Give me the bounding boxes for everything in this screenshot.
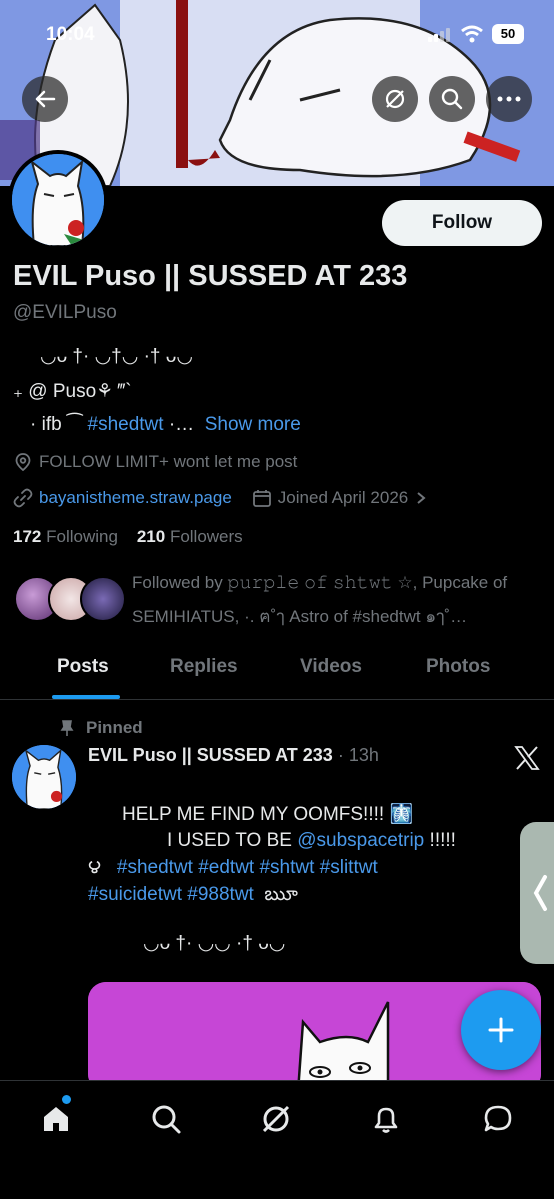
active-tab-indicator	[52, 695, 120, 699]
following-link[interactable]: 172 Following	[13, 527, 118, 546]
post-mention[interactable]: @subspacetrip	[297, 830, 424, 851]
profile-handle: @EVILPuso	[13, 302, 117, 323]
compose-post-button[interactable]	[461, 990, 541, 1070]
grok-button[interactable]	[372, 76, 418, 122]
grok-icon	[262, 1105, 290, 1133]
followers-count: 210	[136, 527, 166, 546]
more-button[interactable]	[486, 76, 532, 122]
followed-by-avatars[interactable]	[14, 576, 126, 624]
post-text: !!!!!	[424, 830, 456, 851]
back-arrow-icon	[35, 90, 56, 108]
more-dots-icon	[497, 96, 521, 102]
bio-hashtag[interactable]: #shedtwt	[88, 414, 164, 435]
followers-label: Followers	[169, 527, 243, 546]
website-link[interactable]: bayanistheme.straw.page	[39, 488, 232, 508]
message-bubble-icon	[484, 1105, 512, 1132]
post-decoration: ౠ	[264, 884, 298, 905]
location-row: FOLLOW LIMIT+ wont let me post	[13, 452, 297, 472]
search-button[interactable]	[429, 76, 475, 122]
pinned-label: Pinned	[86, 718, 143, 737]
nav-home[interactable]	[36, 1099, 76, 1139]
post-text-line-4: #suicidetwt #988twt ౠ	[88, 884, 298, 910]
bottom-navigation	[0, 1080, 554, 1199]
nav-messages[interactable]	[478, 1099, 518, 1139]
bio-line-2: ₊ @ Puso⚘ ‴`	[13, 381, 132, 402]
website-joined-row: bayanistheme.straw.page Joined April 202…	[13, 488, 434, 508]
tab-posts[interactable]: Posts	[57, 656, 109, 678]
location-pin-icon	[15, 453, 31, 472]
bell-icon	[374, 1107, 398, 1133]
chevron-right-icon[interactable]	[414, 491, 428, 505]
post-timestamp: · 13h	[337, 745, 379, 765]
bio-text: · ifb ⁀	[30, 414, 88, 435]
bio-line-3: · ifb ⁀ #shedtwt ·… Show more	[30, 413, 301, 436]
post-author-avatar[interactable]	[12, 745, 76, 809]
avatar-image	[12, 154, 104, 246]
post-text-line-5: ◡ᴗ †· ◡◡ ·† ᴗ◡	[143, 933, 286, 954]
nav-notifications[interactable]	[366, 1099, 406, 1139]
tab-photos[interactable]: Photos	[426, 656, 490, 678]
post-text-line-3: ౪ #shedtwt #edtwt #shtwt #slittwt	[88, 857, 378, 883]
chevron-left-icon	[533, 875, 547, 911]
post-avatar-image	[12, 745, 76, 809]
post-text-line-2: I USED TO BE @subspacetrip !!!!!	[167, 830, 456, 852]
x-logo-icon[interactable]	[514, 746, 540, 770]
home-notification-dot	[62, 1095, 71, 1104]
followed-by-text[interactable]: Followed by 𝚙𝚞𝚛𝚙𝚕𝚎 𝚘𝚏 𝚜𝚑𝚝𝚠𝚝 ☆, Pupcake o…	[132, 566, 542, 634]
bio-ellipsis: ·…	[163, 414, 195, 435]
post-decoration: ౪	[88, 857, 102, 878]
profile-avatar[interactable]	[8, 150, 108, 250]
show-more-link[interactable]: Show more	[205, 414, 301, 435]
pin-icon	[60, 720, 74, 736]
followers-link[interactable]: 210 Followers	[137, 527, 243, 546]
side-panel-handle[interactable]	[520, 822, 554, 964]
following-label: Following	[46, 527, 118, 546]
post-text: I USED TO BE	[167, 830, 298, 851]
bio-line-1: ◡ᴗ †· ◡†◡ ·† ᴗ◡	[40, 346, 193, 367]
status-time: 10:04	[46, 24, 95, 45]
tab-videos[interactable]: Videos	[300, 656, 362, 678]
post-hashtags[interactable]: #suicidetwt #988twt	[88, 884, 254, 905]
following-count: 172	[13, 527, 42, 546]
home-icon	[44, 1107, 68, 1131]
search-icon	[441, 88, 463, 110]
post-author-name[interactable]: EVIL Puso || SUSSED AT 233	[88, 745, 333, 765]
grok-icon	[385, 89, 405, 109]
post-text-line-1: HELP ME FIND MY OOMFS!!!! 🩻	[122, 804, 414, 825]
back-button[interactable]	[22, 76, 68, 122]
follow-counts: 172 Following 210 Followers	[13, 527, 243, 547]
status-bar: 10:04 50	[0, 0, 554, 70]
nav-search[interactable]	[146, 1099, 186, 1139]
profile-display-name: EVIL Puso || SUSSED AT 233	[13, 260, 408, 292]
plus-icon	[488, 1017, 514, 1043]
wifi-icon	[461, 25, 483, 43]
location-text: FOLLOW LIMIT+ wont let me post	[39, 452, 298, 471]
signal-icon	[428, 28, 450, 42]
pinned-indicator: Pinned	[58, 718, 143, 738]
tab-replies[interactable]: Replies	[170, 656, 238, 678]
profile-tabs: Posts Replies Videos Photos	[0, 640, 554, 700]
post-header: EVIL Puso || SUSSED AT 233 · 13h	[88, 745, 379, 766]
follower-avatar	[80, 576, 126, 622]
calendar-icon	[252, 490, 271, 507]
follow-button[interactable]: Follow	[382, 200, 542, 246]
search-icon	[152, 1105, 181, 1134]
post-hashtags[interactable]: #shedtwt #edtwt #shtwt #slittwt	[117, 857, 378, 878]
link-icon	[13, 488, 33, 508]
joined-date: Joined April 2026	[277, 488, 409, 507]
battery-indicator: 50	[492, 24, 524, 44]
nav-grok[interactable]	[256, 1099, 296, 1139]
